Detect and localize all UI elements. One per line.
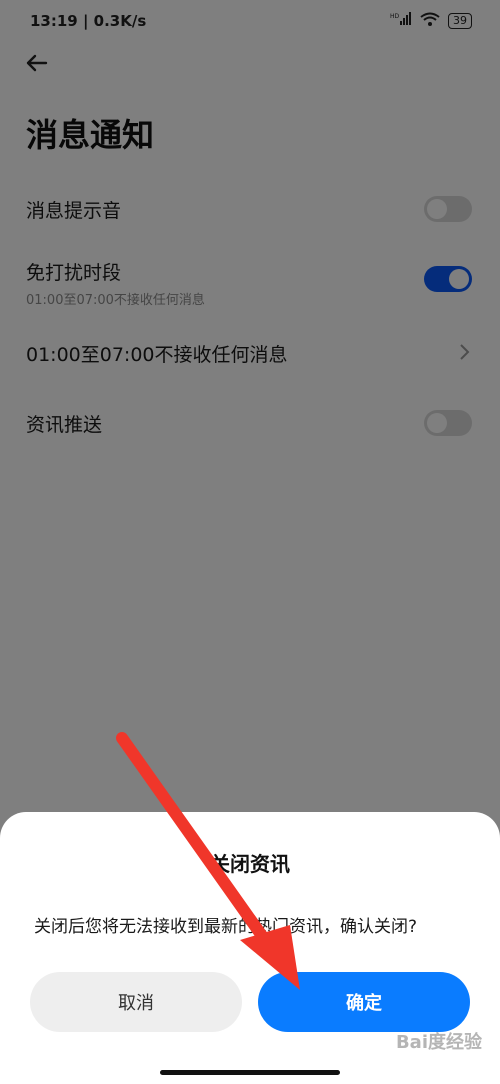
home-indicator[interactable] [160,1070,340,1075]
confirm-button[interactable]: 确定 [258,972,470,1032]
dialog-message: 关闭后您将无法接收到最新的热门资讯，确认关闭? [34,917,418,937]
dialog-title: 关闭资讯 [210,852,290,876]
watermark-logo: Bai度经验 [395,1032,482,1053]
cancel-button[interactable]: 取消 [30,972,242,1032]
